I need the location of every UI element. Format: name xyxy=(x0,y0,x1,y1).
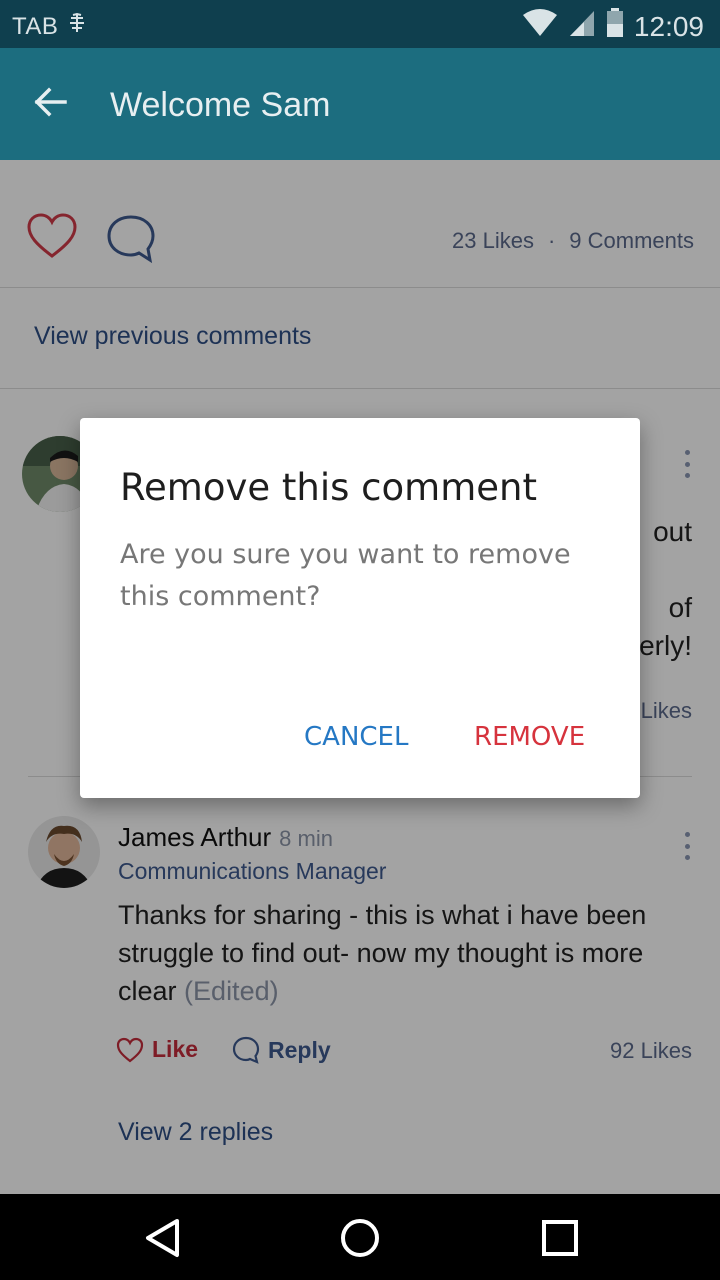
wifi-icon xyxy=(522,9,558,44)
app-bar: Welcome Sam xyxy=(0,48,720,160)
remove-button[interactable]: REMOVE xyxy=(466,718,593,756)
dialog-title: Remove this comment xyxy=(120,466,537,509)
nav-recents-button[interactable] xyxy=(536,1216,584,1260)
nav-home-button[interactable] xyxy=(336,1216,384,1260)
remove-comment-dialog: Remove this comment Are you sure you wan… xyxy=(80,418,640,798)
status-left: TAB xyxy=(12,12,88,41)
battery-icon xyxy=(606,8,624,45)
nav-back-button[interactable] xyxy=(138,1216,186,1260)
back-triangle-icon xyxy=(146,1219,179,1257)
clock: 12:09 xyxy=(633,10,704,42)
arrow-back-icon xyxy=(34,87,67,117)
system-nav-bar xyxy=(0,1194,720,1280)
recents-square-icon xyxy=(542,1220,578,1256)
cancel-button[interactable]: CANCEL xyxy=(296,718,416,756)
back-button[interactable] xyxy=(26,78,74,126)
status-bar: TAB 12:09 xyxy=(0,0,720,48)
signal-icon xyxy=(568,9,596,44)
sync-icon xyxy=(66,12,88,41)
home-circle-icon xyxy=(341,1219,379,1257)
status-right: 12:09 xyxy=(522,8,704,45)
dialog-message: Are you sure you want to remove this com… xyxy=(120,539,571,612)
carrier-label: TAB xyxy=(12,12,59,40)
page-title: Welcome Sam xyxy=(110,86,331,124)
